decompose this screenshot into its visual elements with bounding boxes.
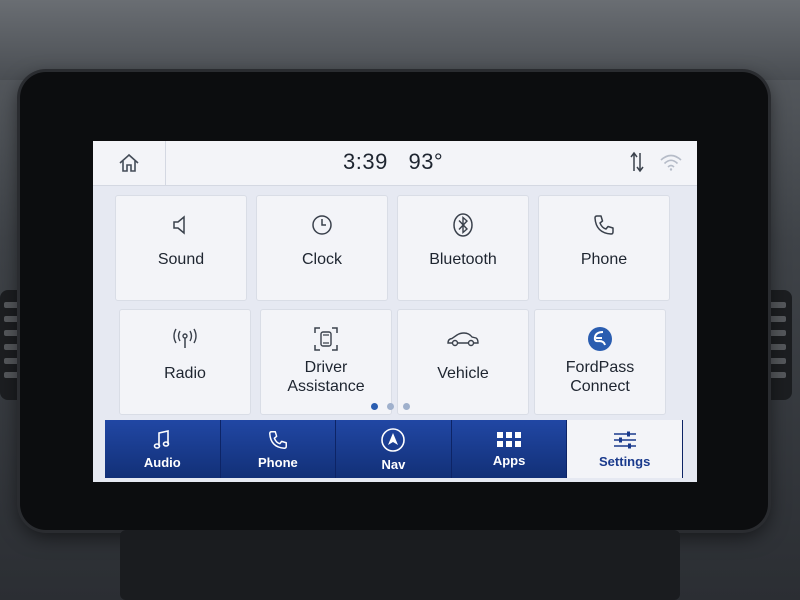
nav-label: Apps <box>492 452 526 468</box>
phone-icon <box>594 215 614 235</box>
sliders-icon <box>613 431 636 448</box>
speaker-icon <box>173 215 185 235</box>
nav-label: Audio <box>143 454 181 470</box>
clock-icon <box>312 215 332 235</box>
fordpass-icon <box>588 327 612 351</box>
tile-label: Sound <box>157 251 205 268</box>
home-button[interactable] <box>93 141 166 185</box>
tile-label: Clock <box>301 251 342 268</box>
nav-label: Nav <box>381 456 406 472</box>
page-dot-1[interactable] <box>371 403 378 410</box>
nav-label: Settings <box>599 453 651 469</box>
music-note-icon <box>153 429 170 449</box>
tile-fordpass-connect[interactable]: FordPass Connect <box>534 309 666 415</box>
nav-phone[interactable]: Phone <box>220 420 337 478</box>
tile-label: Driver Assistance <box>287 359 365 395</box>
data-transfer-icon <box>630 151 644 173</box>
antenna-icon <box>173 328 197 348</box>
nav-label: Phone <box>258 454 298 470</box>
nav-apps[interactable]: Apps <box>451 420 568 478</box>
tile-vehicle[interactable]: Vehicle <box>397 309 529 415</box>
nav-settings[interactable]: Settings <box>567 420 683 478</box>
tile-label: Bluetooth <box>429 251 497 268</box>
apps-grid-icon <box>497 431 522 447</box>
clock-time: 3:39 <box>343 149 388 174</box>
tile-label: Radio <box>164 365 206 382</box>
tile-label: Vehicle <box>437 365 489 382</box>
status-readout: 3:39 93° <box>343 149 457 175</box>
settings-grid: Sound Clock Bluetooth Phone Radio Driver… <box>115 195 695 425</box>
page-dot-2[interactable] <box>387 403 394 410</box>
driver-assist-icon <box>314 327 338 351</box>
tile-label: FordPass Connect <box>565 359 635 395</box>
tile-clock[interactable]: Clock <box>256 195 388 301</box>
wifi-icon <box>660 154 682 171</box>
tile-bluetooth[interactable]: Bluetooth <box>397 195 529 301</box>
status-icons <box>629 151 683 173</box>
outside-temperature: 93° <box>408 149 444 174</box>
infotainment-screen: 3:39 93° Sound Clock Bluetooth Phone Rad… <box>93 141 697 482</box>
phone-icon <box>268 430 287 449</box>
bottom-nav-bar: Audio Phone Nav Apps Settings <box>105 420 683 478</box>
tile-label: Phone <box>580 251 628 268</box>
tile-driver-assistance[interactable]: Driver Assistance <box>260 309 392 415</box>
home-icon <box>119 153 139 172</box>
bluetooth-icon <box>453 213 473 237</box>
navigation-arrow-icon <box>381 427 406 452</box>
tile-phone[interactable]: Phone <box>538 195 670 301</box>
car-icon <box>447 332 479 347</box>
page-indicator <box>371 403 410 410</box>
nav-audio[interactable]: Audio <box>105 420 221 478</box>
tile-sound[interactable]: Sound <box>115 195 247 301</box>
nav-navigation[interactable]: Nav <box>336 420 452 478</box>
lower-console <box>120 530 680 600</box>
status-bar: 3:39 93° <box>93 141 697 186</box>
dashboard-top <box>0 0 800 80</box>
page-dot-3[interactable] <box>403 403 410 410</box>
tile-radio[interactable]: Radio <box>119 309 251 415</box>
